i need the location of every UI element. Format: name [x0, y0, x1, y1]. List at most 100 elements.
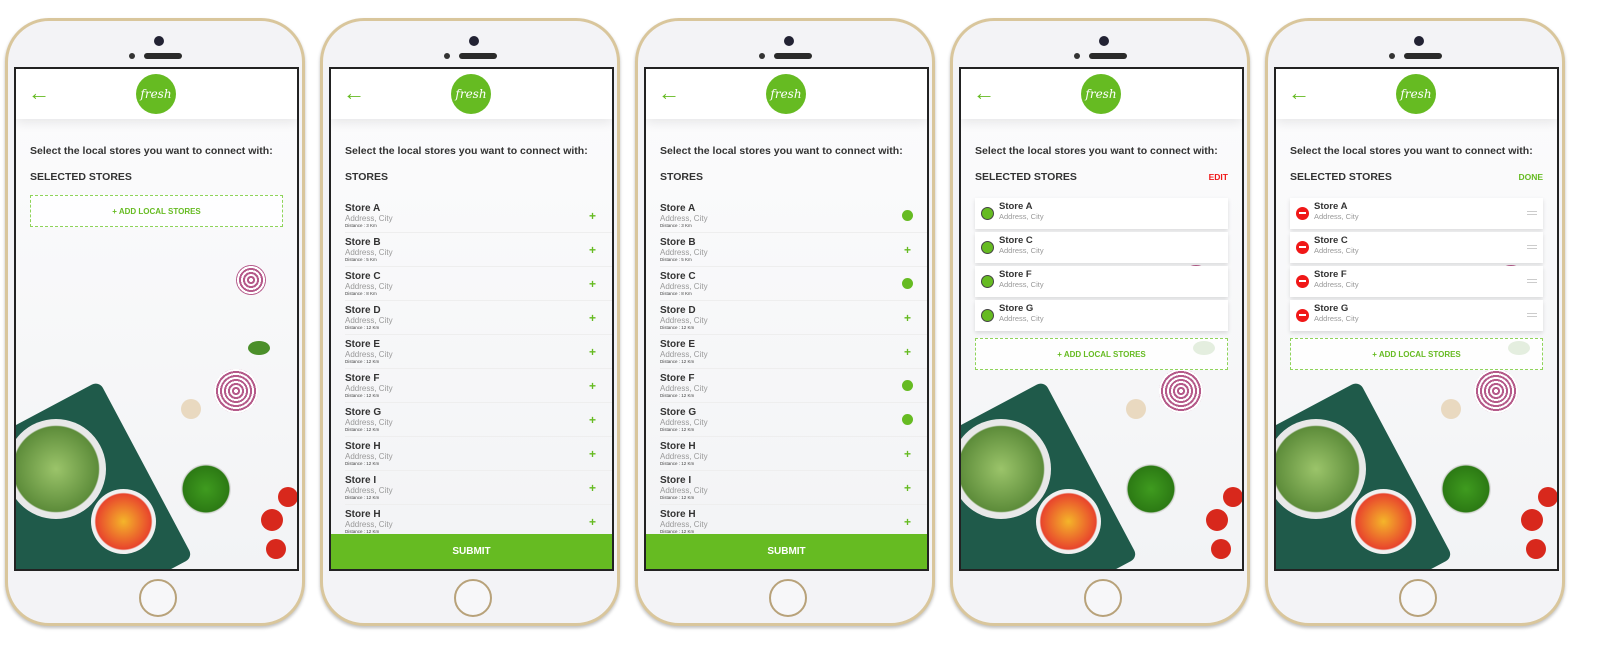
submit-button[interactable]: SUBMIT	[646, 534, 927, 569]
add-store-plus-icon[interactable]: +	[589, 311, 596, 325]
add-local-stores-button[interactable]: + ADD LOCAL STORES	[1290, 338, 1543, 370]
selected-store-card[interactable]: Store G Address, City	[1290, 300, 1543, 331]
store-name: Store C	[1314, 235, 1348, 246]
store-list-item[interactable]: Store G Address, City Distance : 12 Km +	[345, 403, 612, 437]
add-local-stores-button[interactable]: + ADD LOCAL STORES	[30, 195, 283, 227]
add-store-plus-icon[interactable]: +	[589, 345, 596, 359]
add-store-plus-icon[interactable]: +	[904, 243, 911, 257]
store-address: Address, City	[660, 418, 708, 427]
store-list-item[interactable]: Store E Address, City Distance : 12 Km +	[660, 335, 927, 369]
submit-button[interactable]: SUBMIT	[331, 534, 612, 569]
store-name: Store H	[660, 509, 696, 520]
speaker-icon	[1089, 53, 1127, 59]
store-address: Address, City	[345, 248, 393, 257]
remove-circle-icon[interactable]	[1296, 309, 1309, 322]
section-title: STORES	[345, 171, 388, 183]
drag-handle-icon[interactable]	[1527, 245, 1537, 249]
home-button[interactable]	[139, 579, 177, 617]
add-store-plus-icon[interactable]: +	[904, 447, 911, 461]
selected-store-card[interactable]: Store C Address, City	[1290, 232, 1543, 263]
selected-store-card[interactable]: Store C Address, City	[975, 232, 1228, 263]
store-distance: Distance : 12 Km	[345, 495, 380, 500]
onion-image	[1159, 369, 1203, 413]
fruit-bowl-image	[91, 489, 156, 554]
phone-frame: ← fresh Select the local stores you want…	[320, 18, 620, 626]
store-address: Address, City	[1314, 280, 1359, 289]
instruction-text: Select the local stores you want to conn…	[345, 145, 588, 157]
store-distance: Distance : 12 Km	[660, 427, 695, 432]
store-distance: Distance : 12 Km	[345, 461, 380, 466]
home-button[interactable]	[769, 579, 807, 617]
store-list-item[interactable]: Store D Address, City Distance : 12 Km +	[345, 301, 612, 335]
selected-store-card[interactable]: Store G Address, City	[975, 300, 1228, 331]
edit-button[interactable]: EDIT	[1209, 172, 1228, 182]
arrow-left-icon[interactable]: ←	[1288, 82, 1310, 104]
store-list-item[interactable]: Store F Address, City Distance : 12 Km	[660, 369, 927, 403]
app-header: ← fresh	[1276, 69, 1557, 119]
home-button[interactable]	[1399, 579, 1437, 617]
store-list-item[interactable]: Store B Address, City Distance : 5 Km +	[660, 233, 927, 267]
remove-circle-icon[interactable]	[1296, 275, 1309, 288]
store-address: Address, City	[660, 384, 708, 393]
store-list-item[interactable]: Store D Address, City Distance : 12 Km +	[660, 301, 927, 335]
arrow-left-icon[interactable]: ←	[28, 82, 50, 104]
store-name: Store H	[345, 509, 381, 520]
add-store-plus-icon[interactable]: +	[589, 447, 596, 461]
store-list-item[interactable]: Store I Address, City Distance : 12 Km +	[345, 471, 612, 505]
remove-circle-icon[interactable]	[1296, 207, 1309, 220]
add-local-stores-button[interactable]: + ADD LOCAL STORES	[975, 338, 1228, 370]
drag-handle-icon[interactable]	[1527, 313, 1537, 317]
store-list-item[interactable]: Store B Address, City Distance : 5 Km +	[345, 233, 612, 267]
add-store-plus-icon[interactable]: +	[589, 277, 596, 291]
add-store-plus-icon[interactable]: +	[589, 243, 596, 257]
arrow-left-icon[interactable]: ←	[973, 82, 995, 104]
home-button[interactable]	[454, 579, 492, 617]
store-list-item[interactable]: Store A Address, City Distance : 3 Km	[660, 199, 927, 233]
home-button[interactable]	[1084, 579, 1122, 617]
store-list-item[interactable]: Store G Address, City Distance : 12 Km	[660, 403, 927, 437]
drag-handle-icon[interactable]	[1527, 211, 1537, 215]
add-store-plus-icon[interactable]: +	[904, 345, 911, 359]
drag-handle-icon[interactable]	[1527, 279, 1537, 283]
sensor-icon	[1074, 53, 1080, 59]
add-store-plus-icon[interactable]: +	[589, 413, 596, 427]
store-name: Store A	[345, 203, 381, 214]
arrow-left-icon[interactable]: ←	[658, 82, 680, 104]
selected-store-card[interactable]: Store F Address, City	[975, 266, 1228, 297]
fruit-bowl-image	[1351, 489, 1416, 554]
selected-store-card[interactable]: Store F Address, City	[1290, 266, 1543, 297]
add-store-plus-icon[interactable]: +	[589, 209, 596, 223]
store-address: Address, City	[660, 248, 708, 257]
arrow-left-icon[interactable]: ←	[343, 82, 365, 104]
add-store-plus-icon[interactable]: +	[904, 515, 911, 529]
fresh-badge-icon	[981, 309, 994, 322]
store-list-item[interactable]: Store H Address, City Distance : 12 Km +	[345, 437, 612, 471]
remove-circle-icon[interactable]	[1296, 241, 1309, 254]
store-distance: Distance : 5 Km	[660, 257, 692, 262]
selected-store-card[interactable]: Store A Address, City	[975, 198, 1228, 229]
selected-check-icon[interactable]	[902, 278, 913, 289]
done-button[interactable]: DONE	[1518, 172, 1543, 182]
add-store-plus-icon[interactable]: +	[589, 481, 596, 495]
speaker-icon	[144, 53, 182, 59]
store-list-item[interactable]: Store E Address, City Distance : 12 Km +	[345, 335, 612, 369]
add-store-plus-icon[interactable]: +	[904, 311, 911, 325]
add-store-plus-icon[interactable]: +	[589, 379, 596, 393]
store-list-item[interactable]: Store F Address, City Distance : 12 Km +	[345, 369, 612, 403]
selected-check-icon[interactable]	[902, 210, 913, 221]
fresh-logo: fresh	[136, 74, 176, 114]
store-address: Address, City	[345, 214, 393, 223]
selected-check-icon[interactable]	[902, 414, 913, 425]
store-list-item[interactable]: Store C Address, City Distance : 8 Km	[660, 267, 927, 301]
selected-store-card[interactable]: Store A Address, City	[1290, 198, 1543, 229]
phone-frame: ← fresh Select the local stores you want…	[635, 18, 935, 626]
instruction-text: Select the local stores you want to conn…	[30, 145, 273, 157]
store-list: Store A Address, City Distance : 3 Km St…	[646, 199, 927, 539]
store-list-item[interactable]: Store H Address, City Distance : 12 Km +	[660, 437, 927, 471]
store-list-item[interactable]: Store I Address, City Distance : 12 Km +	[660, 471, 927, 505]
store-list-item[interactable]: Store C Address, City Distance : 8 Km +	[345, 267, 612, 301]
selected-check-icon[interactable]	[902, 380, 913, 391]
store-list-item[interactable]: Store A Address, City Distance : 3 Km +	[345, 199, 612, 233]
add-store-plus-icon[interactable]: +	[904, 481, 911, 495]
add-store-plus-icon[interactable]: +	[589, 515, 596, 529]
